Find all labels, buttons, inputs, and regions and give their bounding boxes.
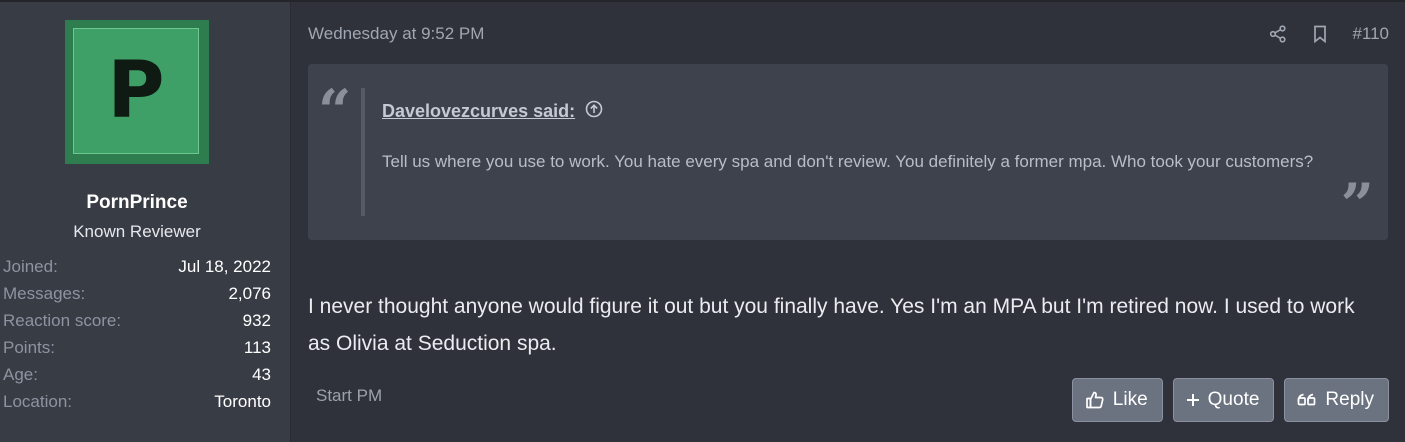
quote-bar (361, 88, 365, 216)
quote-author[interactable]: Davelovezcurves said: (382, 101, 575, 122)
stat-label: Points: (3, 338, 55, 357)
stat-label: Location: (3, 392, 72, 411)
stat-label: Age: (3, 365, 38, 384)
stat-location: Location: Toronto (3, 391, 271, 418)
like-button[interactable]: Like (1071, 378, 1163, 422)
quote-text: Tell us where you use to work. You hate … (382, 152, 1314, 171)
stat-messages: Messages: 2,076 (3, 283, 271, 310)
stat-points: Points: 113 (3, 337, 271, 364)
reply-button[interactable]: Reply (1284, 378, 1389, 422)
avatar[interactable]: P (65, 20, 209, 164)
stat-value: 43 (252, 365, 271, 384)
avatar-letter: P (107, 46, 165, 136)
quote-block: “ Davelovezcurves said: Tell us where yo… (308, 64, 1388, 240)
stat-value: Jul 18, 2022 (178, 257, 271, 276)
post-tools: #110 (1268, 24, 1389, 44)
user-sidebar: P PornPrince Known Reviewer Joined: Jul … (0, 2, 291, 442)
thumbs-up-icon (1085, 390, 1105, 410)
plus-icon (1186, 393, 1200, 407)
start-pm-link[interactable]: Start PM (316, 386, 382, 406)
quote-open-icon: “ (318, 77, 352, 145)
forum-post: P PornPrince Known Reviewer Joined: Jul … (0, 0, 1405, 442)
user-stats: Joined: Jul 18, 2022 Messages: 2,076 Rea… (3, 256, 271, 418)
reply-label: Reply (1325, 389, 1374, 410)
stat-value: 932 (242, 311, 271, 330)
stat-label: Messages: (3, 284, 86, 303)
post-main: Wednesday at 9:52 PM #110 “ Davelovezcur… (291, 2, 1405, 442)
stat-value[interactable]: 2,076 (228, 283, 271, 310)
stat-reaction-score: Reaction score: 932 (3, 310, 271, 337)
post-actions: Like Quote Reply (1071, 378, 1389, 422)
quote-label: Quote (1207, 389, 1260, 410)
stat-label: Reaction score: (3, 311, 122, 330)
post-date[interactable]: Wednesday at 9:52 PM (308, 24, 484, 44)
quote-reply-icon (1297, 392, 1317, 408)
stat-age: Age: 43 (3, 364, 271, 391)
stat-value[interactable]: 113 (244, 337, 271, 364)
arrow-up-circle-icon[interactable] (585, 100, 603, 123)
bookmark-icon[interactable] (1310, 24, 1330, 44)
like-label: Like (1112, 389, 1148, 410)
stat-value[interactable]: Toronto (214, 391, 271, 418)
username[interactable]: PornPrince (0, 192, 274, 214)
quote-close-icon: ” (1340, 171, 1374, 239)
stat-label: Joined: (3, 257, 58, 276)
stat-joined: Joined: Jul 18, 2022 (3, 256, 271, 283)
user-title: Known Reviewer (73, 222, 201, 241)
quote-author-link[interactable]: Davelovezcurves said: (382, 100, 603, 123)
post-body: I never thought anyone would figure it o… (308, 295, 1355, 355)
share-icon[interactable] (1268, 24, 1288, 44)
post-number[interactable]: #110 (1352, 24, 1389, 44)
quote-button[interactable]: Quote (1172, 378, 1275, 422)
